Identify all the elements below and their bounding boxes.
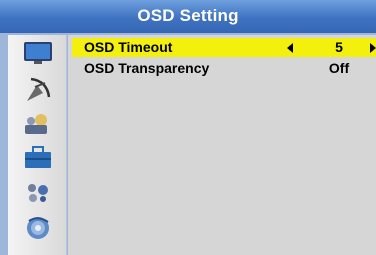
disc-icon[interactable] (21, 213, 55, 241)
sidebar-menu (8, 35, 67, 255)
arrow-right-icon[interactable] (370, 43, 376, 53)
title-bar: OSD Setting (0, 0, 376, 33)
system-icon[interactable] (21, 109, 55, 137)
page-title: OSD Setting (137, 6, 239, 25)
arrow-left-icon[interactable] (287, 43, 293, 53)
osd-timeout-label: OSD Timeout (84, 39, 173, 55)
osd-timeout-value: 5 (335, 39, 343, 55)
osd-transparency-label: OSD Transparency (84, 60, 210, 76)
media-icon[interactable] (21, 178, 55, 206)
osd-transparency-value: Off (328, 60, 350, 76)
osd-transparency-row[interactable]: OSD Transparency Off (72, 59, 376, 78)
tools-icon[interactable] (21, 143, 55, 171)
osd-timeout-row[interactable]: OSD Timeout 5 (72, 38, 376, 57)
picture-icon[interactable] (21, 39, 55, 67)
channel-search-icon[interactable] (21, 75, 55, 103)
